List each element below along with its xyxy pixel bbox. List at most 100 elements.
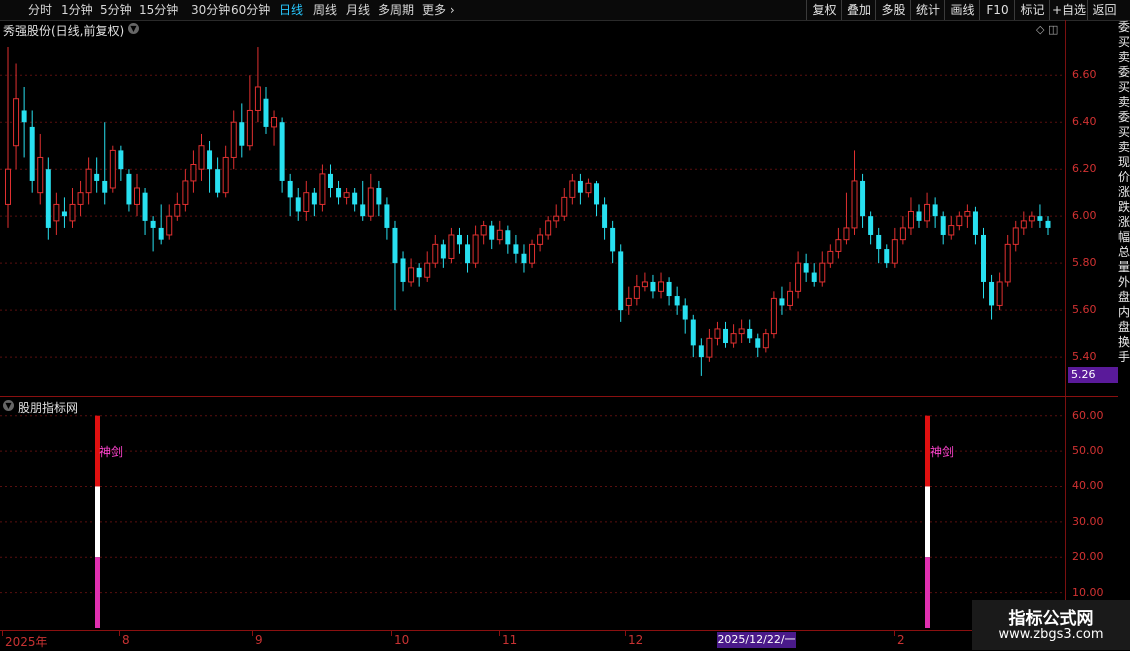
candle-body-up [843,227,850,241]
date-tick [2,631,3,636]
candle-body-up [246,109,253,147]
candle-body-up [13,98,20,147]
candle-body-up [343,192,350,198]
candle-body-down [327,173,333,188]
price-tick: 5.60 [1072,303,1097,317]
candle-body-down [150,220,156,228]
candle-body-down [698,345,704,358]
candle-body-up [537,234,544,245]
price-tick: 5.40 [1072,350,1097,364]
candle-body-down [295,197,301,212]
candle-body-down [747,328,753,339]
date-tick [119,631,120,636]
candle-body-up [271,117,278,128]
candle-body-up [529,243,536,264]
candle-body-up [891,239,898,264]
candle-body-up [1004,243,1011,283]
candle-body-down [126,173,132,205]
candle-body-down [610,227,616,252]
candle-body-up [730,333,737,344]
candle-body-down [142,192,148,221]
date-tick [625,631,626,636]
candle-body-up [907,210,914,229]
candle-body-down [29,126,35,181]
candle-body-up [641,281,648,288]
signal-label: 神剑 [99,445,124,459]
candle-body-up [5,168,11,205]
candle-body-down [803,263,809,273]
candle-body-up [472,234,479,264]
candle-body-up [770,297,777,335]
candle-body-up [706,337,713,358]
candle-body-down [45,169,51,228]
candle-body-down [811,272,817,282]
candle-body-up [658,281,665,292]
chevron-down-icon[interactable]: ▼ [3,400,14,411]
candle-body-down [682,305,688,320]
candle-body-down [239,122,245,146]
candle-body-down [981,234,987,282]
price-axis-divider [1065,20,1066,630]
date-label: 10 [394,633,410,647]
candle-body-down [1045,220,1051,228]
candle-body-down [352,192,358,205]
candle-body-up [827,250,834,264]
indicator-tick: 40.00 [1072,479,1104,493]
candle-body-up [787,290,794,306]
candle-body-up [1020,220,1027,229]
candle-body-down [400,258,406,282]
candle-body-up [569,180,576,198]
signal-bar-magenta [925,557,930,628]
candle-body-down [868,216,874,235]
candle-body-down [215,169,221,193]
date-label: 2025年 [5,635,48,649]
kline-chart-area[interactable] [0,0,1118,630]
panel-separator[interactable] [0,396,1118,397]
candle-body-up [762,333,769,349]
date-axis[interactable]: 2025/12/22/一 2025年 8 9 10 11 12 2 [0,630,1118,651]
candle-body-up [964,210,971,217]
candle-body-down [618,251,624,311]
indicator-tick: 60.00 [1072,408,1104,422]
candle-body-up [182,180,189,205]
quote-side-panel: 委买卖委买卖委买卖现价涨跌涨幅总量外盘内盘换手 [1118,20,1130,364]
candle-body-up [367,187,374,217]
price-tick: 6.40 [1072,115,1097,129]
candle-body-up [738,328,745,335]
candle-body-down [513,244,519,254]
candle-body-down [456,234,462,245]
date-label: 12 [628,633,644,647]
candle-body-up [553,215,560,222]
date-label: 9 [255,633,263,647]
watermark-title: 指标公式网 [1008,609,1094,629]
candle-body-down [392,227,398,264]
indicator-tick: 30.00 [1072,514,1104,528]
candle-body-down [118,150,124,170]
candle-body-up [448,234,455,259]
candle-body-up [1012,227,1019,245]
candle-body-down [779,298,785,306]
date-label: 2 [897,633,905,647]
candle-body-up [69,203,76,222]
candle-body-up [1028,215,1035,222]
candle-body-down [505,230,511,245]
candle-body-down [860,180,866,217]
price-tick: 5.80 [1072,256,1097,270]
candle-body-up [222,156,229,194]
candle-body-down [360,204,366,217]
watermark-url: www.zbgs3.com [998,627,1104,642]
candle-body-down [94,173,100,181]
candle-body-down [932,204,938,217]
indicator-tick: 10.00 [1072,585,1104,599]
candle-body-up [166,215,173,236]
indicator-tick: 20.00 [1072,550,1104,564]
candle-body-up [835,239,842,252]
candle-body-down [650,281,656,292]
date-tick [391,631,392,636]
candle-body-up [480,225,487,236]
candle-body-up [133,187,140,205]
date-tick [252,631,253,636]
candle-body-down [376,187,382,205]
date-tick [894,631,895,636]
candle-body-down [311,192,317,205]
